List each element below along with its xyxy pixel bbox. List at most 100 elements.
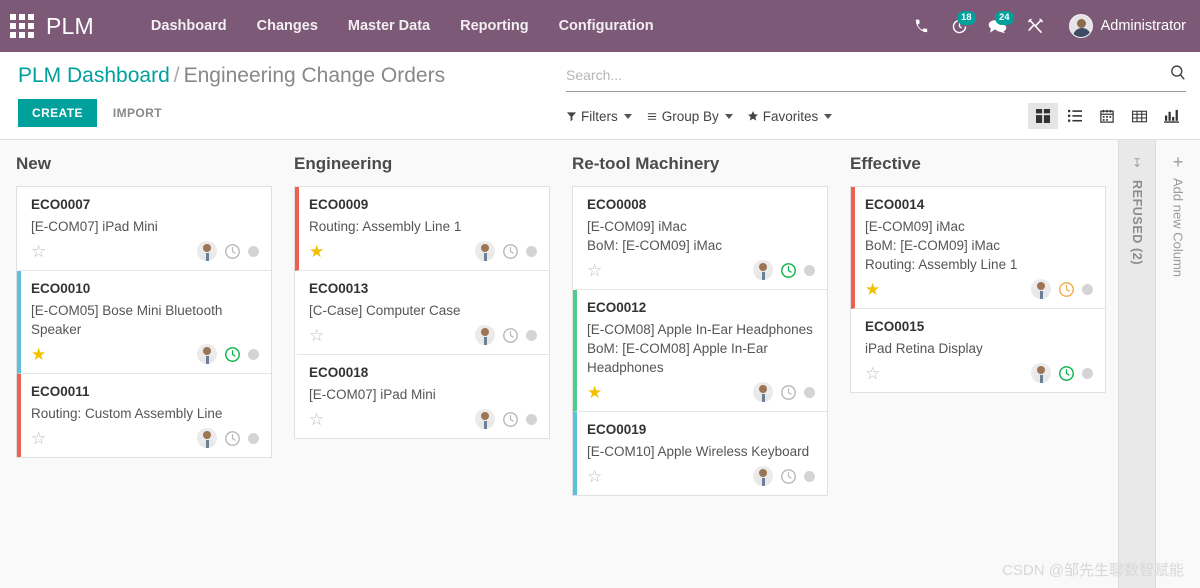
messages-badge: 24 [995,11,1014,25]
kanban-color-dot[interactable] [248,348,259,360]
kanban-card[interactable]: ECO0010 [E-COM05] Bose Mini Bluetooth Spe… [17,271,271,374]
activity-clock-icon[interactable]: 18 [941,9,979,43]
brand-title[interactable]: PLM [46,13,94,40]
kanban-card[interactable]: ECO0009 Routing: Assembly Line 1 ★ [295,187,549,271]
user-menu[interactable]: Administrator [1068,14,1186,38]
menu-item-dashboard[interactable]: Dashboard [136,2,242,50]
apps-grid-icon[interactable] [8,12,36,40]
add-new-column-button[interactable]: + Add new Column [1156,140,1200,588]
assignee-avatar[interactable] [753,466,773,486]
star-outline-icon[interactable]: ☆ [865,365,880,382]
assignee-avatar[interactable] [1031,279,1051,299]
activity-clock-icon[interactable] [224,243,241,260]
filters-dropdown[interactable]: Filters [566,109,632,124]
wrench-tools-icon[interactable] [1017,9,1055,43]
kanban-card-stack: ECO0009 Routing: Assembly Line 1 ★ ECO0013 [… [294,186,550,439]
kanban-color-dot[interactable] [526,413,537,425]
assignee-avatar[interactable] [1031,363,1051,383]
calendar-view-icon[interactable] [1092,103,1122,129]
kanban-color-dot[interactable] [248,432,259,444]
activity-clock-icon[interactable] [502,411,519,428]
menu-item-master-data[interactable]: Master Data [333,2,445,50]
kanban-color-dot[interactable] [804,264,815,276]
kanban-card[interactable]: ECO0014 [E-COM09] iMac BoM: [E-COM09] iMac… [851,187,1105,309]
activity-clock-icon[interactable] [780,384,797,401]
star-outline-icon[interactable]: ☆ [309,411,324,428]
kanban-card[interactable]: ECO0007 [E-COM07] iPad Mini ☆ [17,187,271,271]
list-view-icon[interactable] [1060,103,1090,129]
kanban-card[interactable]: ECO0018 [E-COM07] iPad Mini ☆ [295,355,549,438]
star-outline-icon[interactable]: ☆ [31,430,46,447]
kanban-color-dot[interactable] [804,386,815,398]
kanban-color-dot[interactable] [1082,283,1093,295]
breadcrumb: PLM Dashboard / Engineering Change Orders [18,62,556,90]
kanban-card[interactable]: ECO0015 iPad Retina Display ☆ [851,309,1105,392]
assignee-avatar[interactable] [475,325,495,345]
messages-chat-icon[interactable]: 24 [979,9,1017,43]
control-panel-left: PLM Dashboard / Engineering Change Orders … [0,52,556,139]
activity-clock-icon[interactable] [1058,365,1075,382]
kanban-color-dot[interactable] [1082,367,1093,379]
star-outline-icon[interactable]: ☆ [309,327,324,344]
star-filled-icon[interactable]: ★ [309,243,324,260]
kanban-card-line: BoM: [E-COM09] iMac [865,238,1001,253]
kanban-card-indicators [1031,279,1093,299]
assignee-avatar[interactable] [197,241,217,261]
kanban-card-line: [E-COM07] iPad Mini [31,219,158,234]
assignee-avatar[interactable] [197,344,217,364]
search-icon[interactable] [1163,64,1186,86]
kanban-card-footer: ☆ [31,427,259,449]
kanban-color-dot[interactable] [526,245,537,257]
assignee-avatar[interactable] [753,260,773,280]
kanban-card-footer: ☆ [587,259,815,281]
import-button[interactable]: IMPORT [103,99,172,127]
favorites-dropdown[interactable]: Favorites [747,109,833,124]
star-filled-icon[interactable]: ★ [865,281,880,298]
kanban-card-line: Routing: Assembly Line 1 [309,219,462,234]
kanban-column-title: Effective [850,154,921,173]
kanban-column-title: Re-tool Machinery [572,154,720,173]
activity-clock-icon[interactable] [502,243,519,260]
graph-view-icon[interactable] [1156,103,1186,129]
kanban-view-icon[interactable] [1028,103,1058,129]
assignee-avatar[interactable] [475,241,495,261]
phone-icon[interactable] [903,9,941,43]
group-by-dropdown[interactable]: Group By [646,109,733,124]
kanban-card[interactable]: ECO0019 [E-COM10] Apple Wireless Keyboard… [573,412,827,495]
create-button[interactable]: CREATE [18,99,97,127]
activity-clock-icon[interactable] [780,468,797,485]
control-panel-buttons: CREATE IMPORT [18,99,556,127]
menu-item-reporting[interactable]: Reporting [445,2,543,50]
kanban-card[interactable]: ECO0013 [C-Case] Computer Case ☆ [295,271,549,355]
star-outline-icon[interactable]: ☆ [31,243,46,260]
star-outline-icon[interactable]: ☆ [587,468,602,485]
kanban-card[interactable]: ECO0008 [E-COM09] iMac BoM: [E-COM09] iMac… [573,187,827,290]
menu-item-configuration[interactable]: Configuration [544,2,669,50]
activity-clock-icon[interactable] [224,346,241,363]
search-input[interactable] [566,67,1163,83]
control-panel: PLM Dashboard / Engineering Change Orders … [0,52,1200,140]
kanban-card-indicators [753,260,815,280]
assignee-avatar[interactable] [753,382,773,402]
kanban-column-title: Engineering [294,154,393,173]
kanban-color-dot[interactable] [804,470,815,482]
activity-clock-icon[interactable] [224,430,241,447]
activity-clock-icon[interactable] [502,327,519,344]
star-outline-icon[interactable]: ☆ [587,262,602,279]
breadcrumb-root[interactable]: PLM Dashboard [18,64,170,87]
kanban-color-dot[interactable] [248,245,259,257]
assignee-avatar[interactable] [197,428,217,448]
pivot-view-icon[interactable] [1124,103,1154,129]
kanban-card[interactable]: ECO0012 [E-COM08] Apple In-Ear Headphones… [573,290,827,412]
activity-clock-icon[interactable] [1058,281,1075,298]
star-filled-icon[interactable]: ★ [587,384,602,401]
chevron-down-icon [724,113,733,119]
activity-clock-icon[interactable] [780,262,797,279]
kanban-folded-column-refused[interactable]: ↧ REFUSED (2) [1118,140,1156,588]
assignee-avatar[interactable] [475,409,495,429]
kanban-card[interactable]: ECO0011 Routing: Custom Assembly Line ☆ [17,374,271,457]
menu-item-changes[interactable]: Changes [242,2,333,50]
star-filled-icon[interactable]: ★ [31,346,46,363]
add-new-column-label: Add new Column [1170,178,1186,277]
kanban-color-dot[interactable] [526,329,537,341]
